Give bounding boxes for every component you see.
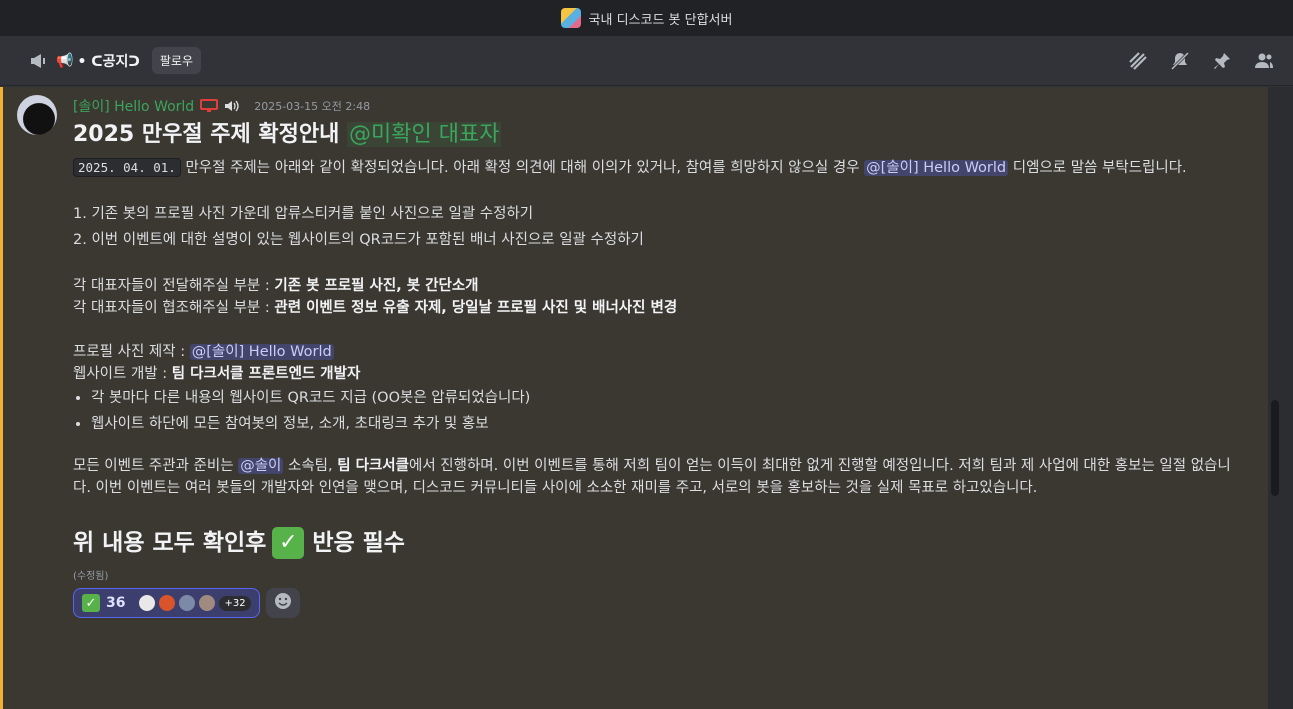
closing-text-a: 모든 이벤트 주관과 준비는: [73, 458, 239, 474]
threads-icon[interactable]: [1127, 50, 1149, 72]
pin-icon[interactable]: [1211, 50, 1233, 72]
edited-label: (수정됨): [73, 571, 109, 582]
username[interactable]: [솔이] Hello World: [73, 96, 194, 116]
message-meta: [솔이] Hello World 2025-03-15 오전 2:48: [73, 87, 1248, 119]
avatar: [137, 593, 158, 613]
add-reaction-button[interactable]: [265, 588, 300, 618]
scrollbar-track[interactable]: [1268, 87, 1293, 709]
reaction-more-count: +32: [219, 595, 251, 611]
channel-name: • ᑕ공지ᑐ: [77, 53, 140, 70]
user-mention[interactable]: @[솔이] Hello World: [864, 160, 1009, 176]
avatar: [177, 593, 198, 613]
reaction-count: 36: [106, 595, 126, 611]
closing-paragraph: 모든 이벤트 주관과 준비는 @솔이 소속팀, 팀 다크서클에서 진행하며. 이…: [73, 455, 1248, 499]
avatar: [197, 593, 218, 613]
message-content: [솔이] Hello World 2025-03-15 오전 2:48 2025…: [73, 87, 1248, 618]
monitor-icon: [200, 99, 219, 113]
list-item: 각 봇마다 다른 내용의 웹사이트 QR코드 지급 (OO봇은 압류되었습니다): [91, 385, 1248, 411]
team-name: 팀 다크서클: [337, 458, 409, 474]
check-mark-icon: ✓: [82, 594, 100, 612]
intro-tail: 디엠으로 말씀 부탁드립니다.: [1008, 160, 1187, 176]
deliver-line: 각 대표자들이 전달해주실 부분 : 기존 봇 프로필 사진, 봇 간단소개: [73, 275, 1248, 297]
list-item: 1. 기존 봇의 프로필 사진 가운데 압류스티커를 붙인 사진으로 일괄 수정…: [73, 206, 534, 222]
date-code: 2025. 04. 01.: [73, 158, 181, 177]
window-title-bar: 국내 디스코드 봇 단합서버: [0, 0, 1293, 36]
server-avatar: [560, 8, 581, 28]
intro-paragraph: 2025. 04. 01. 만우절 주제는 아래와 같이 확정되었습니다. 아래…: [73, 157, 1248, 179]
message-title-text: 2025 만우절 주제 확정안내: [73, 122, 340, 147]
message-title: 2025 만우절 주제 확정안내 @미확인 대표자: [73, 119, 1248, 151]
user-mention[interactable]: @[솔이] Hello World: [189, 344, 334, 360]
footer-heading-a: 위 내용 모두 확인후: [73, 530, 267, 556]
header-toolbar: [1127, 50, 1275, 72]
follow-button[interactable]: 팔로우: [151, 47, 201, 74]
profile-line: 프로필 사진 제작 : @[솔이] Hello World: [73, 341, 1248, 363]
reaction-check[interactable]: ✓ 36 +32: [73, 588, 260, 618]
server-name: 국내 디스코드 봇 단합서버: [588, 12, 733, 28]
message-highlighted: [솔이] Hello World 2025-03-15 오전 2:48 2025…: [0, 87, 1268, 709]
reactions-bar: ✓ 36 +32: [73, 588, 1248, 618]
member-list-icon[interactable]: [1253, 50, 1275, 72]
web-value: 팀 다크서클 프론트엔드 개발자: [171, 366, 361, 382]
intro-text: 만우절 주제는 아래와 같이 확정되었습니다. 아래 확정 의견에 대해 이의가…: [180, 160, 865, 176]
avatar[interactable]: [17, 95, 57, 135]
footer-heading: 위 내용 모두 확인후 ✓ 반응 필수: [73, 523, 1248, 563]
speaker-icon: [224, 99, 242, 113]
channel-header: 📢 • ᑕ공지ᑐ 팔로우: [0, 36, 1293, 86]
list-item: 웹사이트 하단에 모든 참여봇의 정보, 소개, 초대링크 추가 및 홍보: [91, 411, 1248, 437]
mute-notifications-icon[interactable]: [1169, 50, 1191, 72]
announcement-megaphone-icon: [28, 51, 48, 71]
user-mention[interactable]: @솔이: [238, 458, 284, 474]
closing-text-b: 소속팀,: [283, 458, 338, 474]
coop-value: 관련 이벤트 정보 유출 자제, 당일날 프로필 사진 및 배너사진 변경: [274, 300, 678, 316]
deliver-label: 각 대표자들이 전달해주실 부분 :: [73, 278, 275, 294]
timestamp: 2025-03-15 오전 2:48: [254, 100, 371, 113]
avatar: [157, 593, 178, 613]
footer-heading-b: 반응 필수: [312, 530, 405, 556]
profile-label: 프로필 사진 제작 :: [73, 344, 190, 360]
scrollbar-thumb[interactable]: [1271, 400, 1279, 496]
coop-line: 각 대표자들이 협조해주실 부분 : 관련 이벤트 정보 유출 자제, 당일날 …: [73, 297, 1248, 319]
coop-label: 각 대표자들이 협조해주실 부분 :: [73, 300, 275, 316]
bullet-list: 각 봇마다 다른 내용의 웹사이트 QR코드 지급 (OO봇은 압류되었습니다)…: [73, 385, 1248, 437]
smile-icon: [274, 592, 292, 614]
list-item: 2. 이번 이벤트에 대한 설명이 있는 웹사이트의 QR코드가 포함된 배너 …: [73, 232, 644, 248]
web-label: 웹사이트 개발 :: [73, 366, 172, 382]
role-mention[interactable]: @미확인 대표자: [347, 122, 502, 147]
check-mark-icon: ✓: [272, 527, 305, 559]
deliver-value: 기존 봇 프로필 사진, 봇 간단소개: [274, 278, 479, 294]
megaphone-emoji-icon: 📢: [56, 52, 74, 69]
web-line: 웹사이트 개발 : 팀 다크서클 프론트엔드 개발자: [73, 363, 1248, 385]
